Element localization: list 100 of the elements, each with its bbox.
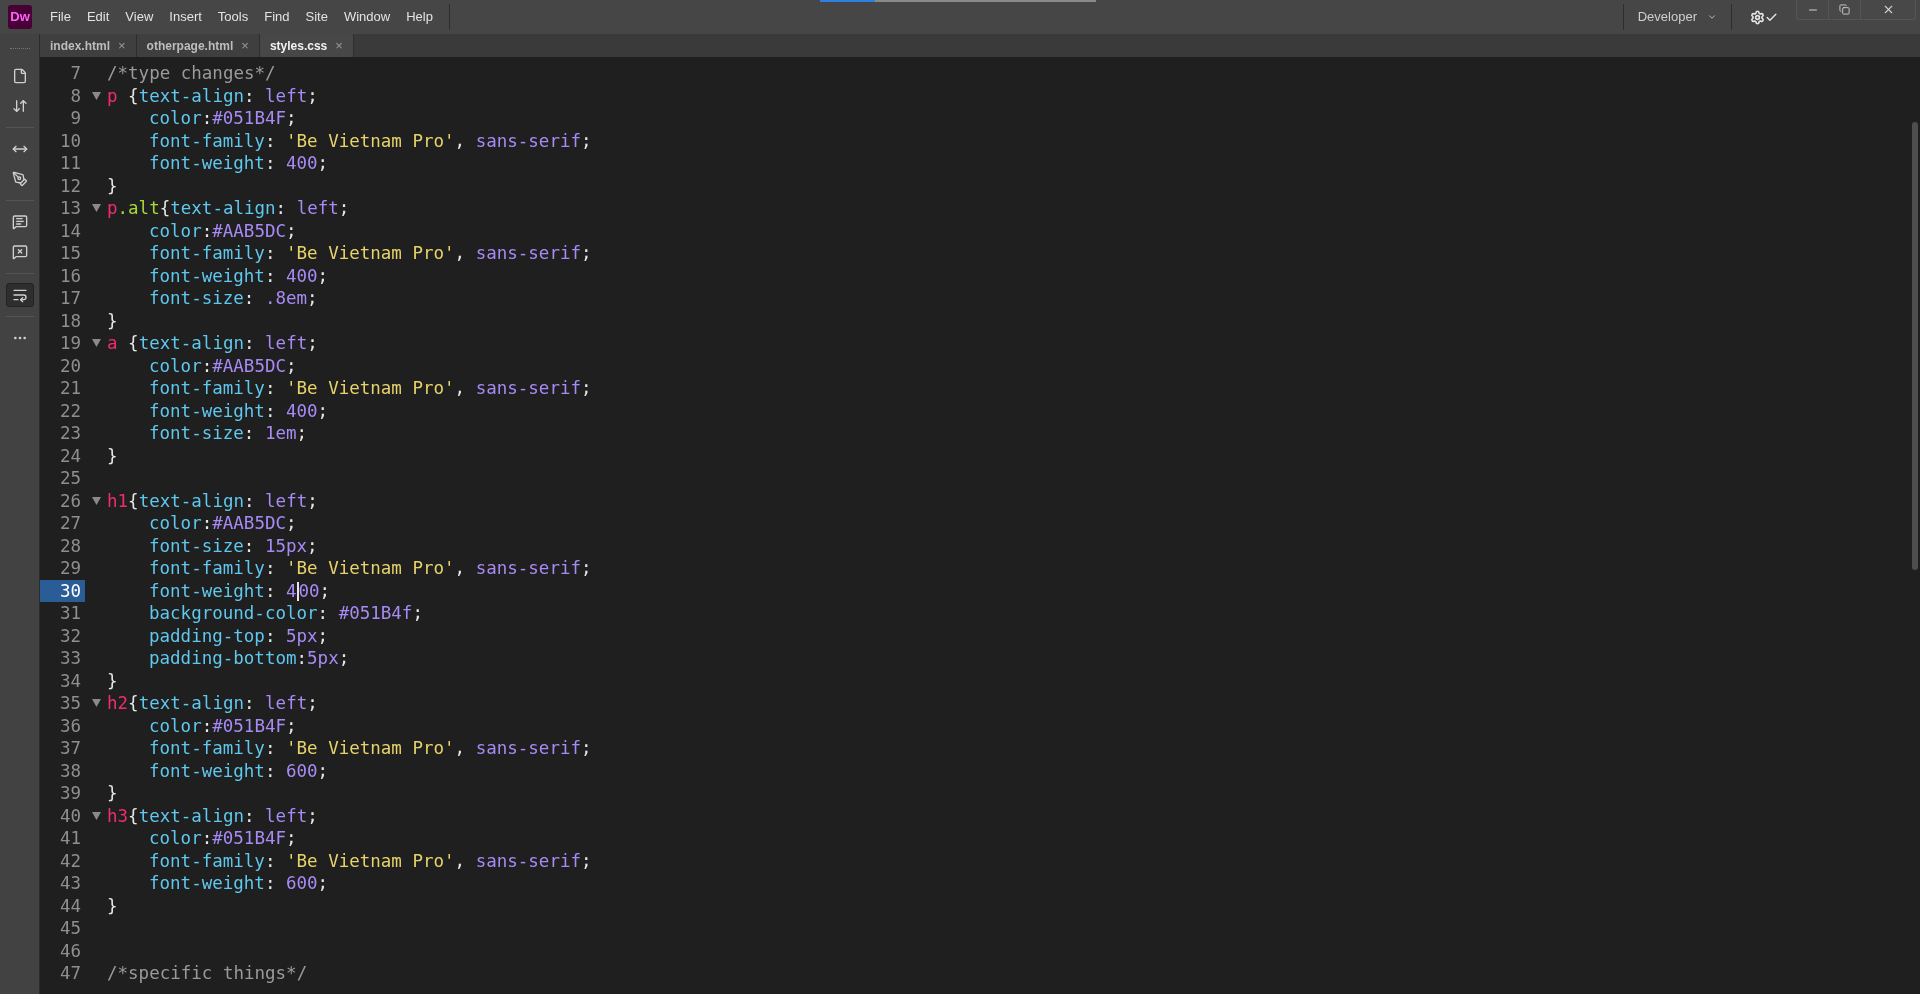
- line-number: 15: [58, 242, 82, 265]
- line-number: 40: [58, 804, 82, 827]
- up-down-arrows-icon: [11, 98, 28, 114]
- menu-item[interactable]: Window: [335, 7, 399, 27]
- code-line: font-family: 'Be Vietnam Pro', sans-serif;: [148, 849, 592, 872]
- file-tab[interactable]: index.html ×: [40, 34, 137, 57]
- code-line: padding-bottom:5px;: [148, 647, 350, 670]
- code-line: font-weight: 600;: [148, 872, 329, 895]
- code-line: /*specific things*/: [107, 962, 308, 985]
- line-number: 10: [58, 129, 82, 152]
- fold-arrow-icon[interactable]: [91, 811, 101, 820]
- tab-close-button[interactable]: ×: [118, 35, 126, 56]
- line-number: 37: [58, 737, 82, 760]
- fold-arrow-icon[interactable]: [91, 496, 101, 505]
- line-number: 31: [58, 602, 82, 625]
- app-logo: Dw: [8, 5, 32, 29]
- line-number: 35: [58, 692, 82, 715]
- line-number: 44: [58, 894, 82, 917]
- code-line: color:#051B4F;: [148, 714, 297, 737]
- code-line: font-weight: 400;: [148, 399, 329, 422]
- menu-item[interactable]: View: [117, 7, 162, 27]
- code-line: color:#051B4F;: [148, 107, 297, 130]
- toolbar-button[interactable]: [5, 283, 34, 307]
- menu-item[interactable]: Site: [297, 7, 336, 27]
- settings-icon: [1750, 9, 1765, 25]
- line-number: 18: [58, 309, 82, 332]
- pen-icon: [11, 171, 28, 187]
- line-number: 12: [58, 174, 82, 197]
- line-number: 30: [40, 579, 85, 602]
- line-number: 19: [58, 332, 82, 355]
- code-line: color:#AAB5DC;: [148, 219, 297, 242]
- fold-arrow-icon[interactable]: [91, 91, 101, 100]
- tab-label: index.html: [50, 37, 110, 55]
- comment-icon: [11, 214, 28, 230]
- code-line: font-family: 'Be Vietnam Pro', sans-serif;: [148, 377, 592, 400]
- line-number: 24: [58, 444, 82, 467]
- menu-item[interactable]: Edit: [78, 7, 118, 27]
- code-line: font-weight: 400;: [148, 152, 329, 175]
- menu-item[interactable]: Insert: [161, 7, 210, 27]
- code-line: }: [107, 669, 118, 692]
- code-line: h2{text-align: left;: [107, 692, 318, 715]
- file-icon: [11, 68, 28, 84]
- menu-item[interactable]: Tools: [209, 7, 257, 27]
- code-line: h1{text-align: left;: [107, 489, 318, 512]
- code-line: font-size: .8em;: [148, 287, 318, 310]
- line-number: 7: [69, 62, 82, 85]
- line-number: 38: [58, 759, 82, 782]
- line-number: 39: [58, 782, 82, 805]
- menu-item[interactable]: File: [42, 7, 79, 27]
- code-line: color:#AAB5DC;: [148, 354, 297, 377]
- line-number: 20: [58, 354, 82, 377]
- code-line: font-weight: 600;: [148, 759, 329, 782]
- line-number: 14: [58, 219, 82, 242]
- code-line: p.alt{text-align: left;: [107, 197, 350, 220]
- code-line: font-size: 15px;: [148, 534, 318, 557]
- code-line: font-weight: 400;: [148, 264, 329, 287]
- code-line: font-family: 'Be Vietnam Pro', sans-serif;: [148, 129, 592, 152]
- line-number: 8: [69, 84, 82, 107]
- line-number: 47: [58, 962, 82, 985]
- comment-remove-icon: [11, 244, 28, 260]
- line-number: 41: [58, 827, 82, 850]
- caret-icon: [1707, 12, 1717, 22]
- code-line: font-weight: 400;: [148, 579, 331, 602]
- file-tab[interactable]: otherpage.html ×: [136, 34, 260, 57]
- fold-arrow-icon[interactable]: [91, 339, 101, 348]
- file-tab[interactable]: styles.css ×: [259, 34, 354, 57]
- code-line: }: [107, 894, 118, 917]
- line-number: 34: [58, 669, 82, 692]
- code-line: h3{text-align: left;: [107, 804, 318, 827]
- code-line: font-size: 1em;: [148, 422, 308, 445]
- code-line: padding-top: 5px;: [148, 624, 329, 647]
- line-number: 33: [58, 647, 82, 670]
- code-line: /*type changes*/: [107, 62, 276, 85]
- line-number: 32: [58, 624, 82, 647]
- fold-arrow-icon[interactable]: [91, 699, 101, 708]
- line-number: 9: [69, 107, 82, 130]
- line-number: 36: [58, 714, 82, 737]
- tab-close-button[interactable]: ×: [241, 35, 249, 56]
- line-number: 26: [58, 489, 82, 512]
- line-number: 45: [58, 917, 82, 940]
- code-line: font-family: 'Be Vietnam Pro', sans-serif;: [148, 737, 592, 760]
- line-number: 27: [58, 512, 82, 535]
- menu-item[interactable]: Find: [256, 7, 298, 27]
- code-line: color:#051B4F;: [148, 827, 297, 850]
- scrollbar-thumb[interactable]: [1912, 122, 1918, 570]
- menu-item[interactable]: Help: [398, 7, 441, 27]
- code-line: }: [107, 444, 118, 467]
- line-number: 22: [58, 399, 82, 422]
- code-line: a {text-align: left;: [107, 332, 318, 355]
- code-line: background-color: #051B4f;: [148, 602, 423, 625]
- line-number: 42: [58, 849, 82, 872]
- line-number: 29: [58, 557, 82, 580]
- line-number: 43: [58, 872, 82, 895]
- workspace-dropdown[interactable]: Developer: [1623, 7, 1731, 27]
- line-number: 11: [58, 152, 82, 175]
- line-number: 13: [58, 197, 82, 220]
- line-number: 17: [58, 287, 82, 310]
- code-line: }: [107, 174, 118, 197]
- line-number: 23: [58, 422, 82, 445]
- fold-arrow-icon[interactable]: [91, 204, 101, 213]
